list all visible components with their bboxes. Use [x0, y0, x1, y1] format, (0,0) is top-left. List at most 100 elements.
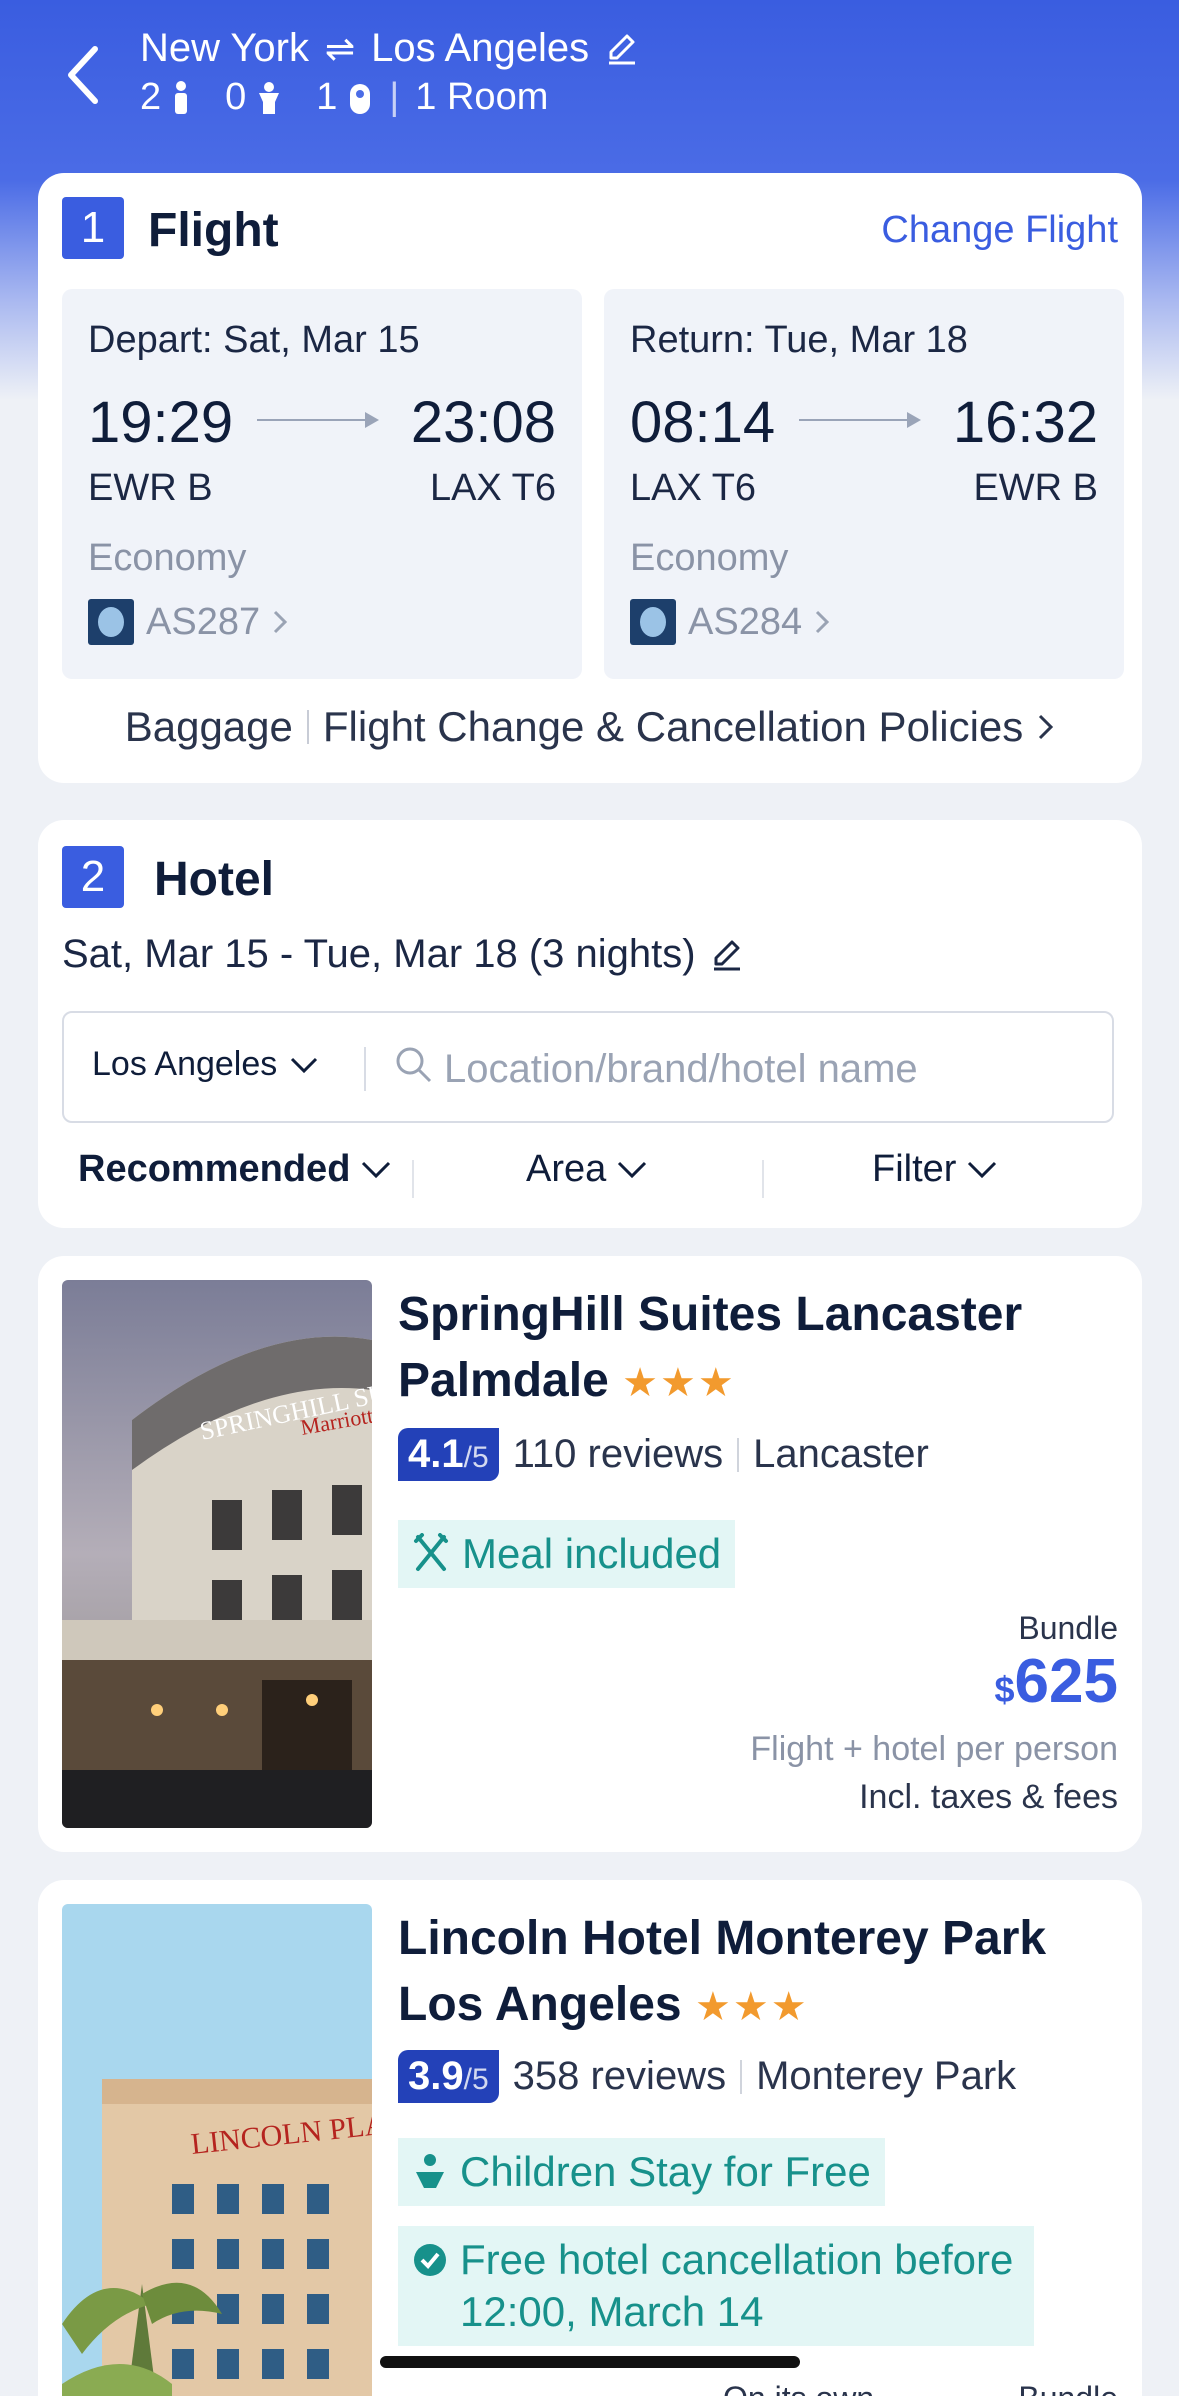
- children-stay-free-tag: Children Stay for Free: [398, 2138, 885, 2206]
- policies-divider: [306, 710, 309, 744]
- return-arrival-airport: EWR B: [973, 467, 1098, 509]
- edit-pencil-icon[interactable]: [605, 32, 639, 66]
- sort-filter[interactable]: Filter: [872, 1148, 998, 1191]
- chevron-down-icon: [362, 1161, 391, 1178]
- outbound-flight-card[interactable]: Depart: Sat, Mar 15 19:29 23:08 EWR B LA…: [62, 289, 582, 679]
- hotel-search-box: Los Angeles: [62, 1011, 1114, 1123]
- sort-recommended-label: Recommended: [78, 1148, 351, 1190]
- sort-divider: [412, 1160, 414, 1198]
- rating-divider: [740, 2059, 743, 2094]
- hotel-name[interactable]: Lincoln Hotel Monterey Park Los Angeles …: [398, 1906, 1118, 2040]
- child-icon: [416, 2154, 444, 2188]
- baggage-link[interactable]: Baggage: [125, 703, 293, 751]
- arrow-right-icon: [257, 412, 379, 428]
- price-note: Flight + hotel per person: [750, 1730, 1118, 1768]
- return-departure-time: 08:14: [630, 390, 776, 455]
- airline-logo: [630, 599, 676, 645]
- review-count: 110 reviews: [512, 1432, 724, 1476]
- price-taxes-note: Incl. taxes & fees: [859, 1778, 1118, 1816]
- free-cancellation-tag: Free hotel cancellation before 12:00, Ma…: [398, 2226, 1034, 2346]
- policies-link[interactable]: Flight Change & Cancellation Policies: [323, 703, 1023, 751]
- child-icon: [259, 81, 280, 114]
- adult-icon: [175, 80, 188, 114]
- swap-arrows-icon: ⇌: [324, 27, 356, 69]
- sort-area[interactable]: Area: [526, 1148, 648, 1191]
- bundle-label: Bundle: [1018, 1610, 1118, 1646]
- pax-separator: |: [389, 76, 400, 118]
- review-score: 3.9: [408, 2054, 464, 2098]
- back-button[interactable]: [52, 40, 112, 110]
- flight-section: 1 Flight Change Flight Depart: Sat, Mar …: [38, 173, 1142, 783]
- hotel-location: Monterey Park: [756, 2054, 1017, 2098]
- sort-filter-label: Filter: [872, 1148, 957, 1190]
- sort-filter-bar: Recommended Area Filter: [38, 1148, 1142, 1208]
- home-indicator[interactable]: [380, 2356, 800, 2368]
- section-number-badge: 2: [62, 846, 124, 908]
- adult-count: 2: [140, 76, 162, 118]
- return-flight-card[interactable]: Return: Tue, Mar 18 08:14 16:32 LAX T6 E…: [604, 289, 1124, 679]
- tag-label: Children Stay for Free: [460, 2148, 871, 2195]
- bundle-label: Bundle: [1018, 2380, 1118, 2396]
- chevron-left-icon: [68, 46, 98, 104]
- search-icon: [396, 1047, 432, 1083]
- outbound-arrival-time: 23:08: [410, 390, 556, 455]
- edit-pencil-icon[interactable]: [710, 938, 744, 972]
- hotel-rating-row: 4.1/5 110 reviews Lancaster: [398, 1428, 929, 1481]
- outbound-flight-number: AS287: [146, 600, 261, 643]
- city-dropdown[interactable]: Los Angeles: [92, 1045, 319, 1084]
- hotel-dates[interactable]: Sat, Mar 15 - Tue, Mar 18 (3 nights): [62, 932, 744, 977]
- review-count: 358 reviews: [512, 2054, 727, 2098]
- outbound-cabin-class: Economy: [88, 537, 247, 579]
- hotel-listing-card[interactable]: SPRINGHILL SUITES Marriott SpringHill Su…: [38, 1256, 1142, 1852]
- room-count: 1 Room: [415, 76, 549, 118]
- outbound-flight-number-row[interactable]: AS287: [88, 599, 288, 645]
- hotel-date-range: Sat, Mar 15 - Tue, Mar 18 (3 nights): [62, 932, 696, 976]
- flight-policies-row[interactable]: Baggage Flight Change & Cancellation Pol…: [38, 703, 1142, 751]
- return-arrival-time: 16:32: [952, 390, 1098, 455]
- route-title[interactable]: New York ⇌ Los Angeles: [140, 26, 639, 71]
- outbound-departure-time: 19:29: [88, 390, 234, 455]
- sort-recommended[interactable]: Recommended: [78, 1148, 392, 1191]
- hotel-photo-image: LINCOLN PLAZA: [62, 1904, 372, 2396]
- chevron-down-icon: [618, 1161, 647, 1178]
- bundle-price: $625: [750, 1647, 1118, 1725]
- hotel-photo[interactable]: SPRINGHILL SUITES Marriott: [62, 1280, 372, 1828]
- chevron-down-icon: [968, 1161, 997, 1178]
- arrow-right-icon: [799, 412, 921, 428]
- outbound-arrival-airport: LAX T6: [429, 467, 556, 509]
- hotel-search-input[interactable]: [444, 1033, 1084, 1105]
- trip-header: New York ⇌ Los Angeles 2 0 1 | 1 Room: [0, 0, 1179, 160]
- hotel-photo-image: SPRINGHILL SUITES Marriott: [62, 1280, 372, 1828]
- city-dropdown-label: Los Angeles: [92, 1045, 278, 1083]
- outbound-date: Depart: Sat, Mar 15: [88, 319, 420, 361]
- price-value: 625: [1014, 1647, 1118, 1716]
- return-departure-airport: LAX T6: [630, 467, 757, 509]
- hotel-listing-card[interactable]: LINCOLN PLAZA Lincoln Hotel Monterey Par…: [38, 1880, 1142, 2396]
- chevron-right-icon: [816, 610, 830, 634]
- chevron-down-icon: [291, 1057, 318, 1073]
- review-score-max: /5: [463, 1441, 489, 1474]
- currency-symbol: $: [994, 1669, 1015, 1710]
- change-flight-link[interactable]: Change Flight: [881, 209, 1118, 252]
- standalone-price-label: On its own: [723, 2380, 874, 2396]
- infant-count: 1: [316, 76, 338, 118]
- hotel-section-title: Hotel: [154, 853, 274, 906]
- review-score-badge: 4.1/5: [398, 1428, 499, 1481]
- section-number-badge: 1: [62, 197, 124, 259]
- tag-label: Meal included: [462, 1530, 722, 1577]
- chevron-right-icon: [1039, 714, 1054, 740]
- review-score: 4.1: [408, 1432, 464, 1476]
- return-date: Return: Tue, Mar 18: [630, 319, 968, 361]
- hotel-section: 2 Hotel Sat, Mar 15 - Tue, Mar 18 (3 nig…: [38, 820, 1142, 1228]
- utensils-icon: [414, 1533, 448, 1571]
- chevron-right-icon: [274, 610, 288, 634]
- review-score-badge: 3.9/5: [398, 2050, 499, 2103]
- hotel-rating-row: 3.9/5 358 reviews Monterey Park: [398, 2050, 1016, 2103]
- destination-city: Los Angeles: [371, 26, 590, 70]
- tag-label: Free hotel cancellation before 12:00, Ma…: [460, 2236, 1014, 2335]
- return-flight-number-row[interactable]: AS284: [630, 599, 830, 645]
- review-score-max: /5: [463, 2063, 489, 2096]
- hotel-photo[interactable]: LINCOLN PLAZA: [62, 1904, 372, 2396]
- hotel-location: Lancaster: [753, 1432, 929, 1476]
- hotel-name[interactable]: SpringHill Suites Lancaster Palmdale ★★★: [398, 1282, 1118, 1416]
